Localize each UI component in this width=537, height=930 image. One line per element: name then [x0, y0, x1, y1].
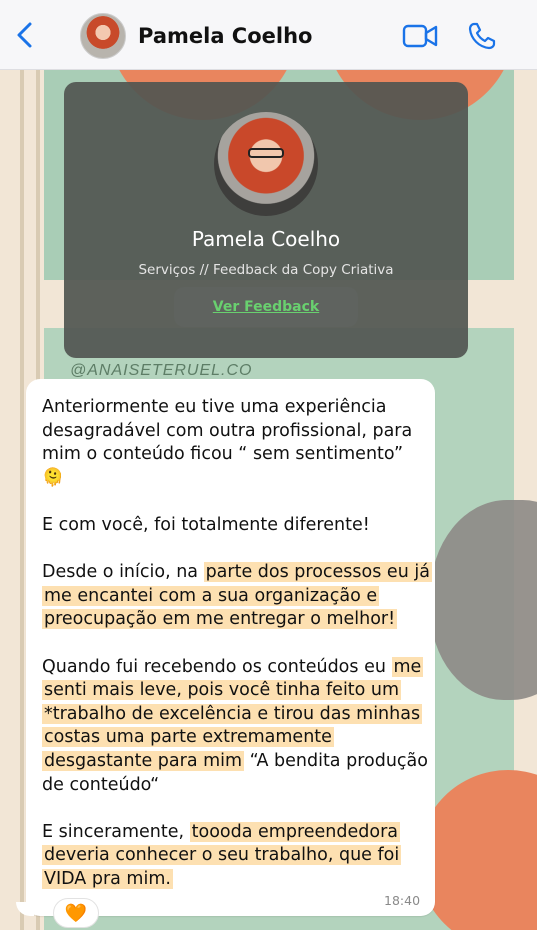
message-timestamp: 18:40: [384, 893, 421, 908]
message-text-segment: E sinceramente,: [42, 821, 190, 842]
phone-icon: [468, 22, 496, 50]
message-paragraph: Quando fui recebendo os conteúdos eu me …: [42, 656, 430, 798]
back-button[interactable]: [12, 20, 40, 50]
wallpaper-watermark: @ANAISETERUEL.CO: [70, 362, 253, 379]
wallpaper-stripe: [20, 70, 24, 930]
message-paragraph: Desde o início, na parte dos processos e…: [42, 561, 432, 632]
video-camera-icon: [402, 24, 438, 48]
message-text-segment: Anteriormente eu tive uma experiência de…: [42, 397, 413, 488]
heart-reaction[interactable]: 🧡: [53, 898, 99, 928]
chat-header: Pamela Coelho: [0, 0, 537, 70]
message-paragraph: E sinceramente, toooda empreendedora dev…: [42, 821, 430, 892]
message-text-segment: Desde o início, na: [42, 562, 204, 583]
card-name: Pamela Coelho: [191, 227, 341, 251]
message-paragraph: E com você, foi totalmente diferente!: [42, 514, 430, 538]
message-text-segment: Quando fui recebendo os conteúdos eu: [42, 656, 392, 677]
message-text-segment: E com você, foi totalmente diferente!: [42, 514, 370, 535]
business-card: Pamela Coelho Serviços // Feedback da Co…: [64, 82, 468, 358]
contact-avatar[interactable]: [80, 13, 126, 59]
contact-name[interactable]: Pamela Coelho: [138, 24, 312, 48]
message-paragraph: Anteriormente eu tive uma experiência de…: [42, 396, 430, 490]
message-text: Anteriormente eu tive uma experiência de…: [42, 396, 432, 892]
video-call-button[interactable]: [402, 22, 438, 50]
chevron-left-icon: [17, 22, 32, 48]
card-avatar: [214, 112, 318, 216]
card-subtitle: Serviços // Feedback da Copy Criativa: [138, 262, 394, 278]
view-feedback-button[interactable]: Ver Feedback: [174, 287, 358, 327]
glasses-shape: [248, 148, 284, 158]
voice-call-button[interactable]: [467, 21, 497, 51]
